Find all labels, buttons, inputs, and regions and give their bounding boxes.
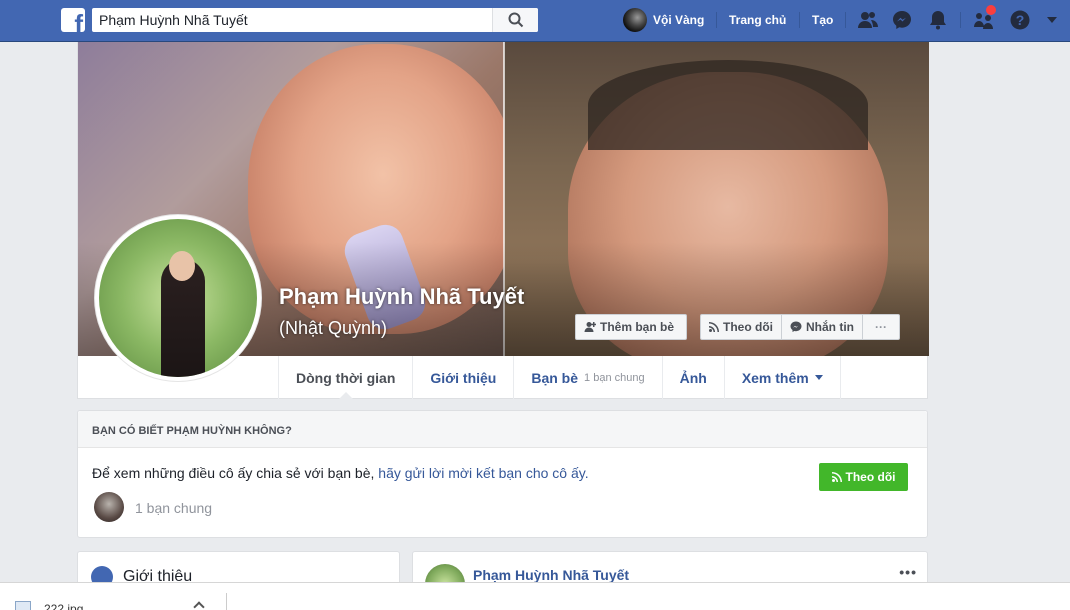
do-you-know-card: BẠN CÓ BIẾT PHẠM HUỲNH KHÔNG? Để xem nhữ…: [77, 410, 928, 538]
nav-user-name: Vội Vàng: [653, 13, 705, 27]
tab-about-label: Giới thiệu: [430, 369, 497, 386]
chevron-up-icon[interactable]: [193, 601, 205, 610]
tab-timeline-label: Dòng thời gian: [296, 369, 396, 386]
svg-text:?: ?: [1016, 12, 1025, 28]
mutual-friends-count[interactable]: 1 bạn chung: [135, 500, 212, 516]
message-button[interactable]: Nhắn tin: [782, 315, 863, 339]
profile-action-group: Theo dõi Nhắn tin ···: [700, 314, 900, 340]
follow-green-button[interactable]: Theo dõi: [819, 463, 908, 491]
search-input[interactable]: [92, 8, 492, 32]
mutual-friend-avatar[interactable]: [94, 492, 124, 522]
do-you-know-heading: BẠN CÓ BIẾT PHẠM HUỲNH KHÔNG?: [78, 411, 927, 448]
profile-tabs: Dòng thời gian Giới thiệu Bạn bè 1 bạn ch…: [278, 356, 841, 400]
profile-header-card: Phạm Huỳnh Nhã Tuyết (Nhật Quỳnh) Thêm b…: [77, 42, 929, 400]
help-question-icon[interactable]: ?: [1009, 9, 1031, 31]
do-you-know-text: Để xem những điều cô ấy chia sẻ với bạn …: [92, 465, 589, 481]
do-you-know-text-prefix: Để xem những điều cô ấy chia sẻ với bạn …: [92, 465, 379, 481]
tab-friends-label: Bạn bè: [531, 369, 579, 386]
tab-photos[interactable]: Ảnh: [661, 356, 724, 399]
nav-avatar: [623, 8, 647, 32]
nav-separator: [799, 12, 800, 28]
account-menu-caret-icon[interactable]: [1045, 13, 1059, 27]
nav-separator: [960, 12, 961, 28]
nav-profile-link[interactable]: Vội Vàng: [623, 8, 704, 32]
tab-more-label: Xem thêm: [741, 369, 809, 386]
profile-picture[interactable]: [94, 214, 262, 382]
tab-photos-label: Ảnh: [679, 369, 707, 386]
cover-man-hair: [588, 60, 868, 150]
messenger-icon[interactable]: [891, 9, 913, 31]
friend-requests-icon[interactable]: [857, 9, 879, 31]
nav-separator: [716, 12, 717, 28]
more-options-button[interactable]: ···: [863, 315, 899, 339]
notifications-bell-icon[interactable]: [927, 9, 949, 31]
download-bar: 222.jpg: [0, 582, 1070, 610]
message-label: Nhắn tin: [806, 320, 854, 334]
tab-timeline[interactable]: Dòng thời gian: [278, 356, 412, 400]
messenger-small-icon: [790, 321, 802, 332]
chevron-down-icon: [814, 375, 823, 380]
download-file-name[interactable]: 222.jpg: [44, 602, 83, 610]
profile-name[interactable]: Phạm Huỳnh Nhã Tuyết: [279, 284, 524, 310]
facebook-logo-icon[interactable]: f: [61, 8, 85, 32]
add-friend-button[interactable]: Thêm bạn bè: [575, 314, 687, 340]
image-file-icon: [15, 601, 31, 610]
add-friend-icon: [584, 322, 596, 332]
tab-friends-mutual-count: 1 bạn chung: [584, 371, 645, 384]
avatar-head: [169, 251, 195, 281]
profile-alternate-name: (Nhật Quỳnh): [279, 318, 388, 338]
add-friend-label: Thêm bạn bè: [600, 320, 675, 334]
search-icon: [508, 12, 524, 28]
follow-button[interactable]: Theo dõi: [701, 315, 782, 339]
follow-green-label: Theo dõi: [845, 470, 896, 484]
rss-follow-icon: [831, 472, 842, 482]
tab-friends[interactable]: Bạn bè 1 bạn chung: [513, 356, 661, 399]
post-options-button[interactable]: •••: [899, 564, 917, 580]
post-author-name[interactable]: Phạm Huỳnh Nhã Tuyết: [473, 567, 629, 583]
search-box: [92, 8, 538, 32]
profile-picture-image: [99, 219, 257, 377]
rss-follow-icon: [709, 322, 719, 332]
top-navigation-bar: f Vội Vàng Trang chủ Tạo ?: [0, 0, 1070, 42]
follow-label: Theo dõi: [723, 320, 773, 334]
tab-about[interactable]: Giới thiệu: [412, 356, 513, 399]
download-separator: [226, 593, 227, 610]
search-button[interactable]: [492, 8, 538, 32]
nav-separator: [845, 12, 846, 28]
tab-more[interactable]: Xem thêm: [723, 356, 841, 399]
nav-create-link[interactable]: Tạo: [812, 13, 833, 27]
notification-dot: [986, 5, 996, 15]
send-friend-request-link[interactable]: hãy gửi lời mời kết bạn cho cô ấy.: [378, 465, 588, 481]
nav-home-link[interactable]: Trang chủ: [729, 13, 786, 27]
more-options-label: ···: [875, 320, 887, 334]
